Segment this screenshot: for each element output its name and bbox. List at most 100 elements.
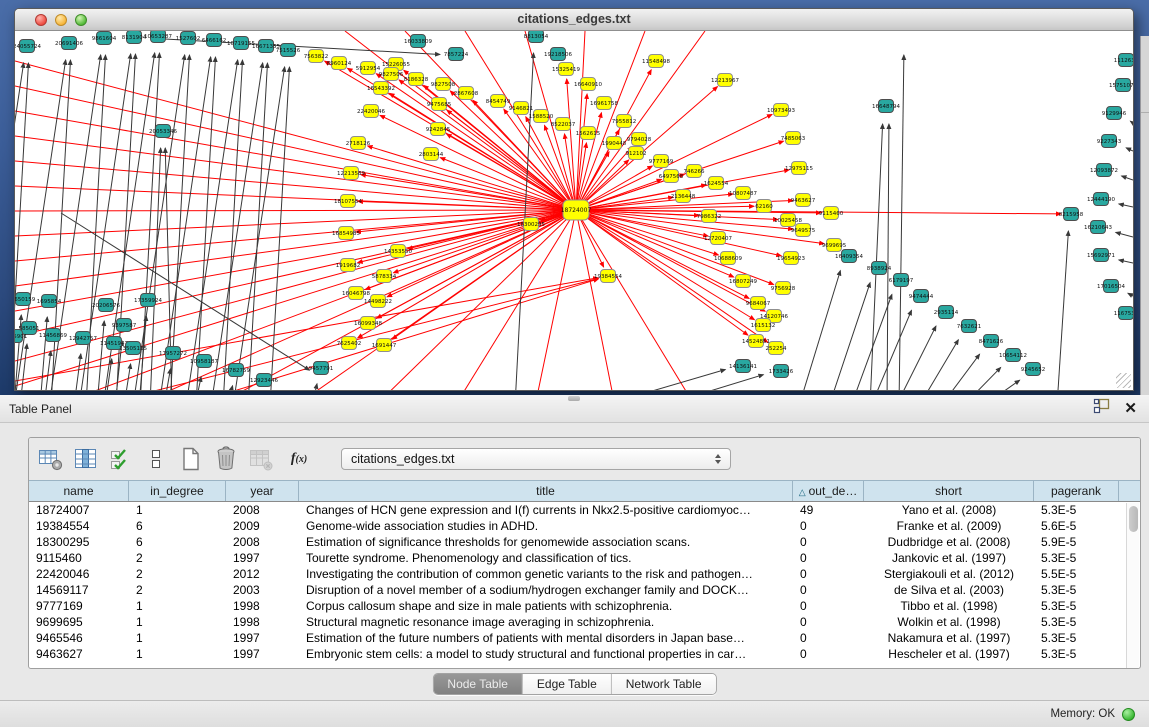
graph-edge[interactable] — [1126, 148, 1133, 151]
table-row[interactable]: 2242004622012Investigating the contribut… — [29, 566, 1140, 582]
graph-edge-red[interactable] — [535, 210, 576, 390]
graph-edge[interactable] — [963, 367, 1001, 390]
table-cell: Disruption of a novel member of a sodium… — [299, 582, 793, 598]
graph-node-label: 2935114 — [934, 310, 959, 316]
graph-node-label: 18724007 — [561, 207, 592, 214]
column-header-in_degree[interactable]: in_degree — [129, 481, 226, 501]
graph-edge[interactable] — [1128, 293, 1133, 296]
graph-edge[interactable] — [661, 375, 763, 390]
graph-edge[interactable] — [74, 354, 81, 390]
graph-edge[interactable] — [133, 55, 185, 390]
network-canvas[interactable]: 1872400718300295193845541522605598275068… — [15, 31, 1133, 390]
column-header-name[interactable]: name — [29, 481, 129, 501]
column-header-year[interactable]: year — [226, 481, 299, 501]
graph-edge-red[interactable] — [377, 210, 576, 318]
table-row[interactable]: 1456911722003Disruption of a novel membe… — [29, 582, 1140, 598]
graph-edge[interactable] — [1116, 232, 1133, 237]
graph-node-label: 6497568 — [659, 174, 684, 180]
table-row[interactable]: 946554611997Estimation of the future num… — [29, 630, 1140, 646]
graph-edge-red[interactable] — [15, 210, 576, 311]
table-cell: 5.6E-5 — [1034, 518, 1119, 534]
table-row[interactable]: 1872400712008Changes of HCN gene express… — [29, 502, 1140, 518]
graph-node-label: 18300295 — [517, 222, 545, 228]
graph-edge[interactable] — [1130, 121, 1133, 123]
graph-edge[interactable] — [248, 63, 267, 390]
table-vertical-scrollbar[interactable] — [1126, 503, 1139, 669]
graph-edge-red[interactable] — [567, 79, 576, 210]
graph-edge[interactable] — [97, 321, 104, 390]
tab-edge-table[interactable]: Edge Table — [523, 674, 612, 694]
graph-edge-red[interactable] — [15, 61, 576, 210]
graph-edge-red[interactable] — [215, 210, 576, 390]
table-row[interactable]: 1938455462009Genome-wide association stu… — [29, 518, 1140, 534]
table-header-row: namein_degreeyeartitle△out_de…shortpager… — [29, 480, 1140, 502]
column-header-out_de[interactable]: △out_de… — [793, 481, 864, 501]
graph-edge-red[interactable] — [576, 210, 708, 236]
select-rows-icon[interactable] — [107, 445, 135, 473]
graph-edge-red[interactable] — [15, 210, 576, 261]
graph-edge[interactable] — [983, 380, 1020, 390]
graph-node-label: 16210643 — [1084, 225, 1112, 231]
memory-status-icon[interactable] — [1122, 708, 1135, 721]
graph-edge[interactable] — [1119, 260, 1133, 263]
graph-edge[interactable] — [44, 351, 51, 390]
graph-edge-red[interactable] — [576, 31, 705, 210]
graph-node-label: 15692971 — [1087, 253, 1115, 259]
column-header-short[interactable]: short — [864, 481, 1034, 501]
table-cell: 1997 — [226, 630, 299, 646]
graph-edge-red[interactable] — [576, 210, 615, 390]
graph-edge-red[interactable] — [15, 210, 576, 211]
graph-edge-red[interactable] — [15, 278, 598, 381]
graph-edge[interactable] — [124, 364, 131, 390]
new-column-icon[interactable] — [177, 445, 205, 473]
table-cell: 19384554 — [29, 518, 129, 534]
graph-edge[interactable] — [601, 370, 725, 390]
scrollbar-thumb[interactable] — [1129, 506, 1138, 532]
table-row[interactable]: 969969511998Structural magnetic resonanc… — [29, 614, 1140, 630]
graph-edge-red[interactable] — [440, 158, 576, 210]
delete-column-icon[interactable] — [212, 445, 240, 473]
table-cell: Yano et al. (2008) — [864, 502, 1034, 518]
column-header-title[interactable]: title — [299, 481, 793, 501]
graph-edge[interactable] — [1057, 231, 1068, 390]
column-visibility-icon[interactable] — [72, 445, 100, 473]
graph-edge-red[interactable] — [15, 210, 576, 361]
table-cell: 1998 — [226, 614, 299, 630]
graph-edge[interactable] — [887, 124, 889, 390]
delete-table-icon[interactable] — [247, 445, 275, 473]
tab-network-table[interactable]: Network Table — [612, 674, 716, 694]
graph-edge-red[interactable] — [15, 210, 576, 386]
graph-node-label: 16033809 — [404, 39, 432, 45]
graph-node-label: 20053346 — [149, 129, 177, 135]
function-builder-icon[interactable]: f(x) — [282, 445, 316, 473]
close-panel-icon[interactable]: ✕ — [1124, 401, 1137, 416]
graph-edge[interactable] — [196, 57, 215, 390]
graph-edge-red[interactable] — [392, 210, 576, 339]
graph-edge[interactable] — [829, 283, 870, 390]
graph-node-label: 1615132 — [751, 323, 776, 329]
table-row[interactable]: 977716911998Corpus callosum shape and si… — [29, 598, 1140, 614]
panel-divider-handle[interactable] — [568, 396, 580, 401]
tab-node-table[interactable]: Node Table — [433, 674, 523, 694]
graph-edge[interactable] — [896, 326, 936, 390]
graph-edge[interactable] — [312, 384, 317, 390]
network-window-titlebar[interactable]: citations_edges.txt — [15, 9, 1133, 31]
table-row[interactable]: 1830029562008Estimation of significance … — [29, 534, 1140, 550]
resize-grip-icon[interactable] — [1116, 373, 1131, 388]
table-row[interactable]: 911546021997Tourette syndrome. Phenomeno… — [29, 550, 1140, 566]
row-height-icon[interactable] — [142, 445, 170, 473]
graph-edge[interactable] — [799, 271, 840, 390]
graph-node-label: 10654112 — [999, 353, 1027, 359]
graph-edge[interactable] — [227, 386, 233, 390]
table-selector-dropdown[interactable]: citations_edges.txt — [341, 448, 731, 470]
graph-edge[interactable] — [223, 60, 242, 390]
column-header-pagerank[interactable]: pagerank — [1034, 481, 1119, 501]
float-panel-icon[interactable] — [1093, 398, 1110, 419]
graph-edge-red[interactable] — [15, 210, 576, 236]
graph-edge[interactable] — [871, 310, 911, 390]
graph-edge[interactable] — [1121, 176, 1133, 180]
graph-edge[interactable] — [1119, 204, 1133, 207]
table-settings-icon[interactable] — [37, 445, 65, 473]
table-row[interactable]: 946362711997Embryonic stem cells: a mode… — [29, 646, 1140, 662]
graph-edge-red[interactable] — [15, 210, 576, 286]
